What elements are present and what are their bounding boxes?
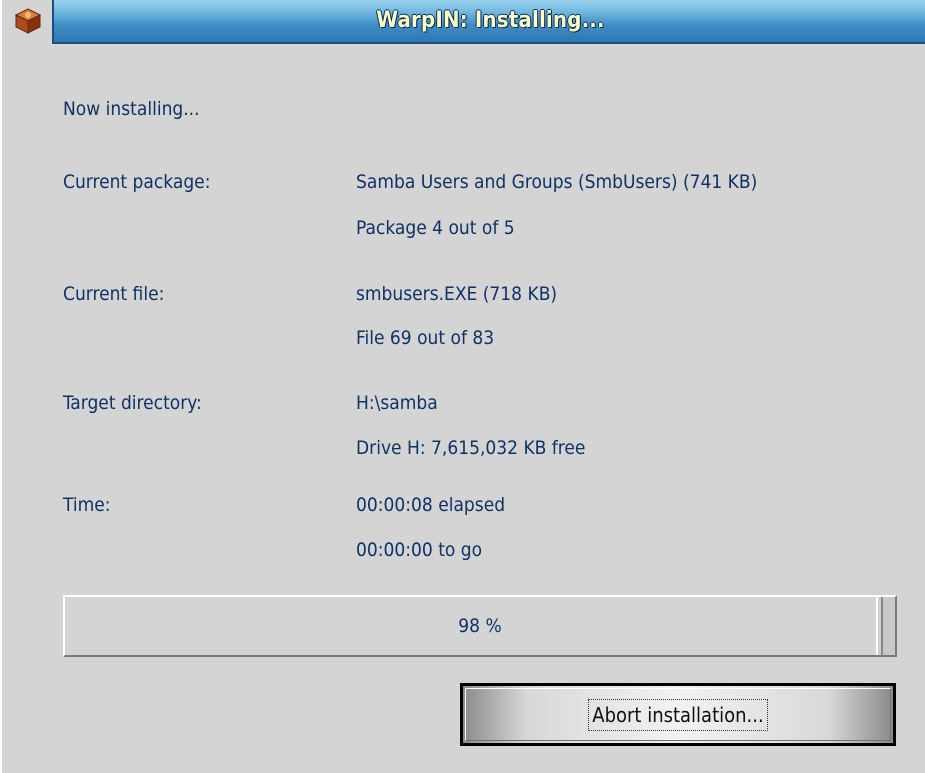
progress-percent: 98 % (458, 615, 502, 637)
time-remaining: 00:00:00 to go (356, 539, 483, 561)
time-label: Time: (63, 494, 111, 516)
current-package-label: Current package: (63, 171, 211, 193)
abort-button-label: Abort installation... (588, 698, 768, 731)
target-directory-value: H:\samba (356, 392, 438, 414)
window-title: WarpIN: Installing... (376, 8, 605, 33)
installer-window: WarpIN: Installing... Now installing... … (0, 0, 925, 773)
time-elapsed: 00:00:08 elapsed (356, 494, 506, 516)
current-file-label: Current file: (63, 283, 165, 305)
package-box-icon (14, 8, 42, 34)
current-file-value: smbusers.EXE (718 KB) (356, 283, 558, 305)
status-heading: Now installing... (63, 98, 200, 120)
abort-installation-button[interactable]: Abort installation... (460, 683, 896, 746)
file-count: File 69 out of 83 (356, 327, 495, 349)
title-bar[interactable]: WarpIN: Installing... (2, 0, 925, 44)
drive-free-space: Drive H: 7,615,032 KB free (356, 437, 586, 459)
system-menu[interactable] (2, 0, 54, 44)
package-count: Package 4 out of 5 (356, 217, 515, 239)
current-package-value: Samba Users and Groups (SmbUsers) (741 K… (356, 171, 758, 193)
target-directory-label: Target directory: (63, 392, 202, 414)
progress-bar: 98 % (63, 595, 897, 657)
